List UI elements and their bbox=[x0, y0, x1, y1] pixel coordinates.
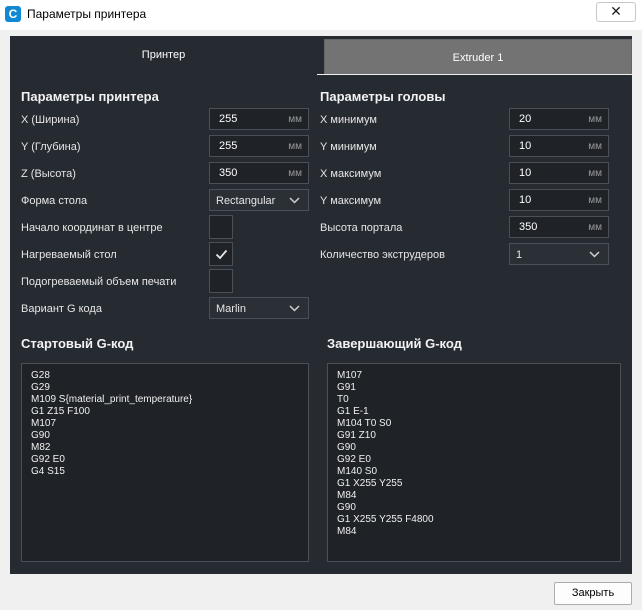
gantry-height-label: Высота портала bbox=[320, 222, 403, 234]
build-plate-shape-label: Форма стола bbox=[21, 195, 88, 207]
unit-label: мм bbox=[588, 114, 602, 125]
x-max-label: X максимум bbox=[320, 168, 382, 180]
app-logo-icon: C bbox=[5, 6, 21, 22]
y-max-input[interactable]: 10 мм bbox=[509, 189, 609, 211]
chevron-down-icon bbox=[289, 197, 300, 204]
gcode-line: M104 T0 S0 bbox=[337, 418, 392, 429]
z-height-label: Z (Высота) bbox=[21, 168, 76, 180]
start-gcode-heading: Стартовый G-код bbox=[21, 336, 134, 351]
origin-at-center-checkbox[interactable] bbox=[209, 215, 233, 239]
x-max-value: 10 bbox=[519, 167, 532, 179]
gantry-height-value: 350 bbox=[519, 221, 538, 233]
gcode-line: G1 Z15 F100 bbox=[31, 406, 90, 417]
unit-label: мм bbox=[288, 168, 302, 179]
x-max-input[interactable]: 10 мм bbox=[509, 162, 609, 184]
end-gcode-heading: Завершающий G-код bbox=[327, 336, 462, 351]
gcode-line: G92 E0 bbox=[31, 454, 65, 465]
gantry-height-input[interactable]: 350 мм bbox=[509, 216, 609, 238]
unit-label: мм bbox=[588, 222, 602, 233]
gcode-line: M84 bbox=[337, 526, 357, 537]
extruder-count-value: 1 bbox=[516, 249, 523, 261]
x-min-label: X минимум bbox=[320, 114, 377, 126]
gcode-line: M107 bbox=[337, 370, 363, 381]
gcode-line: M109 S{material_print_temperature} bbox=[31, 394, 193, 405]
gcode-flavor-label: Вариант G кода bbox=[21, 303, 102, 315]
gcode-line: G91 bbox=[337, 382, 356, 393]
gcode-line: G92 E0 bbox=[337, 454, 371, 465]
heated-build-volume-label: Подогреваемый объем печати bbox=[21, 276, 177, 288]
y-max-label: Y максимум bbox=[320, 195, 382, 207]
unit-label: мм bbox=[288, 114, 302, 125]
gcode-line: T0 bbox=[337, 394, 349, 405]
start-gcode-editor[interactable]: G28 G29 M109 S{material_print_temperature}… bbox=[21, 363, 309, 562]
build-plate-shape-value: Rectangular bbox=[216, 195, 276, 207]
gcode-flavor-value: Marlin bbox=[216, 303, 246, 315]
gcode-line: G1 E-1 bbox=[337, 406, 369, 417]
close-button[interactable]: Закрыть bbox=[554, 582, 632, 605]
gcode-line: G91 Z10 bbox=[337, 430, 376, 441]
y-depth-label: Y (Глубина) bbox=[21, 141, 81, 153]
z-height-input[interactable]: 350 мм bbox=[209, 162, 309, 184]
gcode-line: M140 S0 bbox=[337, 466, 378, 477]
printer-settings-heading: Параметры принтера bbox=[21, 89, 159, 104]
gcode-line: M107 bbox=[31, 418, 57, 429]
gcode-line: M84 bbox=[337, 490, 357, 501]
unit-label: мм bbox=[288, 141, 302, 152]
gcode-line: G28 bbox=[31, 370, 50, 381]
tab-extruder-1[interactable]: Extruder 1 bbox=[324, 39, 632, 75]
heated-bed-label: Нагреваемый стол bbox=[21, 249, 117, 261]
gcode-line: G90 bbox=[337, 442, 356, 453]
tab-printer[interactable]: Принтер bbox=[10, 36, 317, 75]
gcode-line: G90 bbox=[337, 502, 356, 513]
extruder-count-select[interactable]: 1 bbox=[509, 243, 609, 265]
y-depth-input[interactable]: 255 мм bbox=[209, 135, 309, 157]
y-depth-value: 255 bbox=[219, 140, 238, 152]
z-height-value: 350 bbox=[219, 167, 238, 179]
gcode-line: M82 bbox=[31, 442, 51, 453]
build-plate-shape-select[interactable]: Rectangular bbox=[209, 189, 309, 211]
heated-build-volume-checkbox[interactable] bbox=[209, 269, 233, 293]
x-min-input[interactable]: 20 мм bbox=[509, 108, 609, 130]
x-width-label: X (Ширина) bbox=[21, 114, 80, 126]
chevron-down-icon bbox=[289, 305, 300, 312]
printhead-settings-heading: Параметры головы bbox=[320, 89, 446, 104]
unit-label: мм bbox=[588, 195, 602, 206]
x-width-input[interactable]: 255 мм bbox=[209, 108, 309, 130]
gcode-line: G1 X255 Y255 bbox=[337, 478, 403, 489]
window-title: Параметры принтера bbox=[27, 7, 147, 21]
gcode-line: G90 bbox=[31, 430, 50, 441]
tab-divider bbox=[317, 74, 632, 75]
chevron-down-icon bbox=[589, 251, 600, 258]
x-width-value: 255 bbox=[219, 113, 238, 125]
y-min-input[interactable]: 10 мм bbox=[509, 135, 609, 157]
window-close-button[interactable]: ✕ bbox=[596, 2, 636, 22]
gcode-line: G4 S15 bbox=[31, 466, 65, 477]
gcode-line: G29 bbox=[31, 382, 50, 393]
y-max-value: 10 bbox=[519, 194, 532, 206]
unit-label: мм bbox=[588, 168, 602, 179]
heated-bed-checkbox[interactable] bbox=[209, 242, 233, 266]
extruder-count-label: Количество экструдеров bbox=[320, 249, 445, 261]
title-bar: C Параметры принтера ✕ bbox=[0, 0, 642, 30]
x-min-value: 20 bbox=[519, 113, 532, 125]
unit-label: мм bbox=[588, 141, 602, 152]
end-gcode-editor[interactable]: M107 G91 T0 G1 E-1 M104 T0 S0 G91 Z10 G90 G92 E… bbox=[327, 363, 621, 562]
origin-at-center-label: Начало координат в центре bbox=[21, 222, 163, 234]
gcode-flavor-select[interactable]: Marlin bbox=[209, 297, 309, 319]
y-min-value: 10 bbox=[519, 140, 532, 152]
settings-panel: Принтер Extruder 1 Параметры принтера X … bbox=[10, 36, 632, 574]
checkmark-icon bbox=[215, 249, 228, 260]
y-min-label: Y минимум bbox=[320, 141, 377, 153]
gcode-line: G1 X255 Y255 F4800 bbox=[337, 514, 434, 525]
